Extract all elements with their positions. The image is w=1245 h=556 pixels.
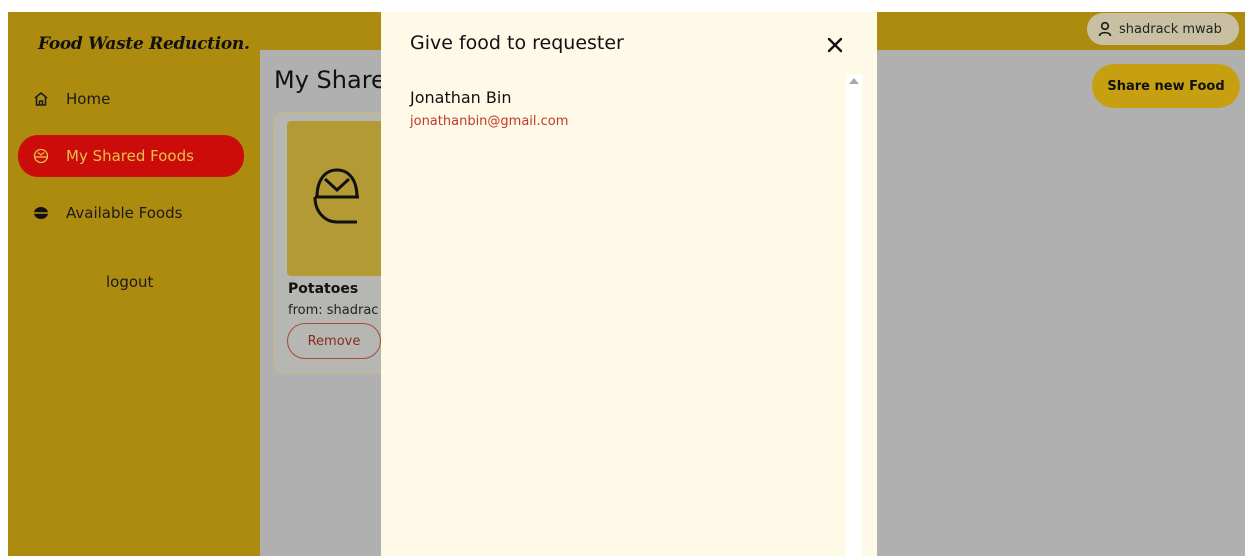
home-icon [32, 90, 50, 108]
share-new-food-button[interactable]: Share new Food [1092, 64, 1240, 108]
user-name: shadrack mwab [1119, 21, 1222, 37]
give-food-modal: Give food to requester Jonathan Bin jona… [381, 12, 877, 556]
user-icon [1097, 21, 1113, 37]
close-icon[interactable] [824, 34, 846, 56]
bowl-icon [297, 152, 387, 246]
bowl-icon [32, 147, 50, 165]
requester-list: Jonathan Bin jonathanbin@gmail.com [381, 74, 846, 556]
sidebar-item-available-foods[interactable]: Available Foods [18, 192, 244, 234]
page-title: My Share [274, 66, 386, 94]
requester-email[interactable]: jonathanbin@gmail.com [410, 114, 568, 129]
sidebar-item-home[interactable]: Home [18, 78, 244, 120]
sidebar-item-my-shared-foods[interactable]: My Shared Foods [18, 135, 244, 177]
requester-name[interactable]: Jonathan Bin [410, 88, 511, 107]
logout-link[interactable]: logout [106, 273, 153, 291]
modal-title: Give food to requester [410, 32, 624, 54]
sidebar-item-label: Home [66, 90, 111, 108]
food-icon [32, 204, 50, 222]
brand-logo: Food Waste Reduction. [38, 34, 250, 54]
app-frame: Food Waste Reduction. Home My Shared Foo… [0, 0, 1245, 556]
remove-button[interactable]: Remove [287, 323, 381, 359]
user-menu[interactable]: shadrack mwab [1087, 13, 1239, 45]
food-owner: from: shadrac [288, 303, 379, 318]
modal-scrollbar[interactable] [846, 74, 862, 556]
food-name: Potatoes [288, 281, 359, 297]
scroll-up-arrow-icon[interactable] [849, 78, 859, 84]
sidebar-item-label: My Shared Foods [66, 147, 194, 165]
sidebar-item-label: Available Foods [66, 204, 183, 222]
